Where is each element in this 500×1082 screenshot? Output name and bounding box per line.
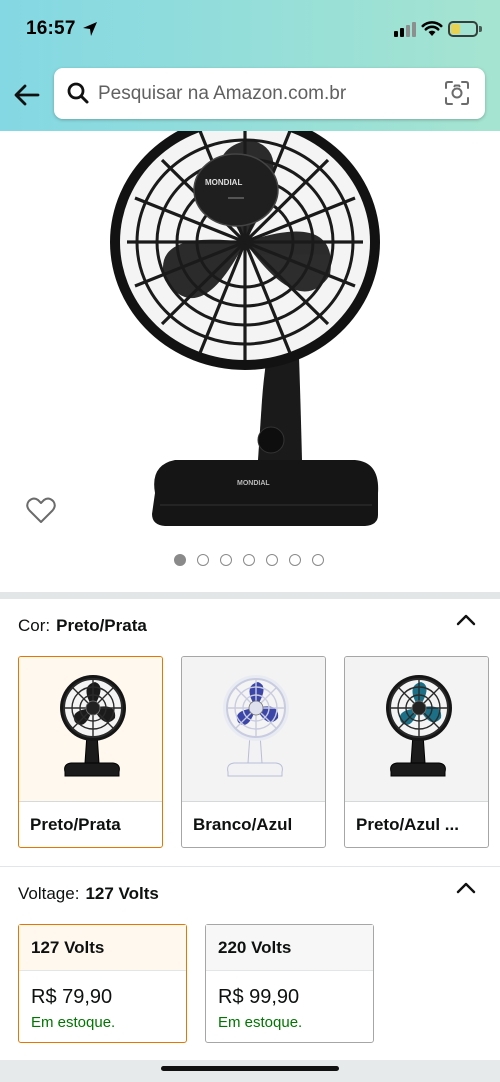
voltage-selected-value: 127 Volts [85,884,159,903]
voltage-option-name: 127 Volts [31,938,105,957]
search-input[interactable] [98,80,438,108]
header: 16:57 [0,0,500,131]
voltage-option[interactable]: 127 Volts R$ 79,90 Em estoque. [18,924,187,1043]
carousel-dot[interactable] [220,554,232,566]
stock-status: Em estoque. [218,1014,303,1031]
swatch-separator [182,801,325,802]
voltage-option-header: 220 Volts [206,925,373,971]
chevron-up-icon[interactable] [455,612,477,628]
carousel-dot[interactable] [174,554,186,566]
voltage-label-text: Voltage: [18,884,80,903]
wishlist-button[interactable] [25,495,57,530]
back-arrow-icon [14,84,40,106]
cellular-signal-icon [394,22,418,37]
search-icon [67,82,89,104]
voltage-label: Voltage: 127 Volts [18,884,159,904]
swatch-separator [19,801,162,802]
camera-scan-icon[interactable] [444,80,470,106]
carousel-dot[interactable] [266,554,278,566]
fan-thumbnail [214,672,294,787]
stock-status: Em estoque. [31,1014,116,1031]
heart-icon [26,497,56,523]
voltage-option-header: 127 Volts [19,925,186,971]
color-label: Cor: Preto/Prata [18,616,147,636]
location-arrow-icon [83,22,97,36]
color-option-name: Preto/Azul ... [356,815,459,834]
voltage-option-name: 220 Volts [218,938,292,957]
carousel-dots [174,554,324,568]
voltage-option[interactable]: 220 Volts R$ 99,90 Em estoque. [205,924,374,1043]
search-bar[interactable] [54,68,485,119]
color-option-image [345,657,488,801]
product-page: 16:57 Pesquisar na Amazon.com.br MONDIAL… [0,0,500,1082]
voltage-option-price: R$ 99,90 [218,986,300,1008]
swatch-separator [345,801,488,802]
chevron-up-icon[interactable] [455,880,477,896]
product-image[interactable]: MONDIAL MONDIAL [0,131,500,541]
carousel-dot[interactable] [289,554,301,566]
section-divider [0,866,500,867]
fan-thumbnail [51,672,131,787]
status-bar: 16:57 [0,0,500,60]
carousel-dot[interactable] [312,554,324,566]
color-option-image [182,657,325,801]
fan-illustration: MONDIAL MONDIAL [110,131,380,526]
color-option-image [19,657,162,801]
color-option[interactable]: Preto/Azul ... [344,656,489,848]
battery-cap [479,26,482,32]
color-label-text: Cor: [18,616,51,635]
wifi-icon [421,21,443,36]
section-divider [0,592,500,599]
carousel-dot[interactable] [197,554,209,566]
carousel-dot[interactable] [243,554,255,566]
color-option-name: Preto/Prata [30,815,121,834]
home-indicator [161,1066,339,1071]
color-option[interactable]: Preto/Prata [18,656,163,848]
color-selected-value: Preto/Prata [56,616,147,635]
fan-thumbnail [377,672,457,787]
back-button[interactable] [10,78,44,112]
color-option-name: Branco/Azul [193,815,293,834]
status-time: 16:57 [26,18,76,39]
battery-icon [448,21,478,37]
voltage-option-price: R$ 79,90 [31,986,113,1008]
color-option[interactable]: Branco/Azul [181,656,326,848]
bottom-divider [0,1060,500,1082]
base-brand-text: MONDIAL [237,480,270,487]
hub-brand-text: MONDIAL [205,178,242,187]
